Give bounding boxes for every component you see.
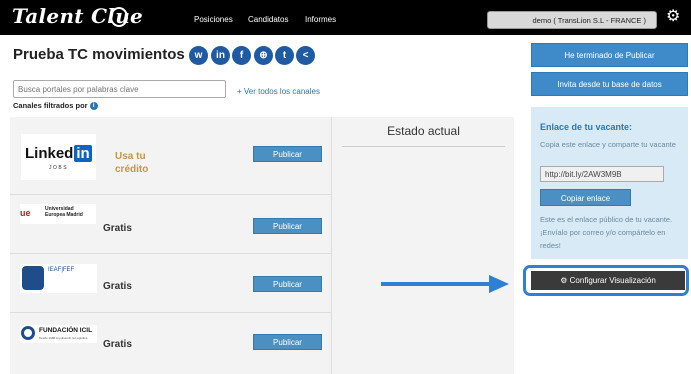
share-icon[interactable]: < xyxy=(296,46,315,65)
linkedin-jobs-sub: JOBS xyxy=(48,165,69,171)
row-divider xyxy=(10,312,331,313)
ieaf-logo-text: IEAF|FEF xyxy=(48,267,75,273)
info-icon[interactable]: i xyxy=(89,102,98,111)
universidad-europea-logo: ue Universidad Europea Madrid xyxy=(20,204,96,224)
nav-informes[interactable]: Informes xyxy=(305,15,336,24)
linkedin-logo-text: Linked in xyxy=(25,145,92,162)
publicar-button-linkedin[interactable]: Publicar xyxy=(253,146,322,162)
nav-posiciones[interactable]: Posiciones xyxy=(194,15,233,24)
copiar-enlace-button[interactable]: Copiar enlace xyxy=(540,189,631,206)
configurar-visualizacion-button[interactable]: ⚙ Configurar Visualización xyxy=(531,271,685,290)
icil-logo-sub: Desde 1980 impulsando la Logística xyxy=(39,336,88,340)
user-account-dropdown[interactable]: demo ( TransLion S.L - FRANCE ) xyxy=(487,11,657,29)
estado-divider xyxy=(342,146,505,147)
web-icon[interactable]: ⊕ xyxy=(254,46,273,65)
invita-base-datos-button[interactable]: Invita desde tu base de datos xyxy=(531,72,688,96)
ieaf-fef-logo: IEAF|FEF xyxy=(20,264,97,293)
canales-filtrados-text: Canales filtrados por xyxy=(13,101,88,110)
linkedin-jobs-logo: Linked in JOBS xyxy=(21,134,96,180)
channel-price-free: Gratis xyxy=(103,223,132,234)
fundacion-icil-logo: FUNDACIÓN ICIL Desde 1980 impulsando la … xyxy=(20,325,97,343)
page-title: Prueba TC movimientos xyxy=(13,46,185,63)
canales-filtrados-label: Canales filtrados por i xyxy=(13,101,98,111)
channel-price-free: Gratis xyxy=(103,339,132,350)
estado-panel: Estado actual xyxy=(331,117,514,374)
estado-title: Estado actual xyxy=(387,124,460,138)
pointer-arrow-shaft xyxy=(381,282,491,286)
icil-mark-icon xyxy=(21,326,35,340)
publicar-button-universidad[interactable]: Publicar xyxy=(253,218,322,234)
row-divider xyxy=(10,194,331,195)
twitter-icon[interactable]: t xyxy=(275,46,294,65)
gear-icon[interactable]: ⚙ xyxy=(666,9,680,25)
enlace-url-field[interactable] xyxy=(540,166,664,182)
ue-logo-text: Universidad Europea Madrid xyxy=(45,206,83,218)
enlace-vacante-box: Enlace de tu vacante: Copia este enlace … xyxy=(531,107,688,259)
enlace-description: Copia este enlace y comparte tu vacante xyxy=(540,140,676,149)
whatsapp-icon[interactable]: w xyxy=(189,46,208,65)
nav-candidatos[interactable]: Candidatos xyxy=(248,15,288,24)
enlace-note: Este es el enlace público de tu vacante.… xyxy=(540,215,673,250)
enlace-title: Enlace de tu vacante: xyxy=(540,122,633,132)
channel-price-credit: Usa tu crédito xyxy=(115,151,149,175)
publicar-button-ieaf[interactable]: Publicar xyxy=(253,276,322,292)
ver-todos-link[interactable]: + Ver todos los canales xyxy=(237,87,320,96)
ue-mark-icon: ue xyxy=(20,208,31,218)
channel-price-free: Gratis xyxy=(103,281,132,292)
publicar-button-icil[interactable]: Publicar xyxy=(253,334,322,350)
linkedin-icon[interactable]: in xyxy=(211,46,230,65)
facebook-icon[interactable]: f xyxy=(232,46,251,65)
configurar-label: Configurar Visualización xyxy=(569,276,656,285)
ieaf-mark-icon xyxy=(22,266,44,290)
portal-search-input[interactable] xyxy=(13,80,226,98)
gear-icon: ⚙ xyxy=(560,276,568,285)
icil-logo-text: FUNDACIÓN ICIL xyxy=(39,327,93,334)
terminado-publicar-button[interactable]: He terminado de Publicar xyxy=(531,43,688,67)
arrow-right-icon xyxy=(489,275,509,293)
row-divider xyxy=(10,253,331,254)
lightbulb-icon xyxy=(110,7,128,27)
